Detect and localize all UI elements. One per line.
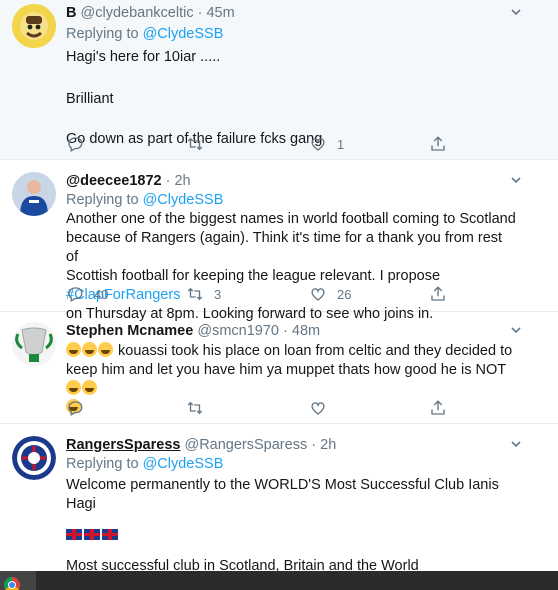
uk-flag-emoji xyxy=(102,529,118,540)
avatar[interactable] xyxy=(12,436,56,480)
handle[interactable]: @smcn1970 xyxy=(197,323,279,339)
retweet-icon xyxy=(187,137,203,151)
display-name[interactable]: Stephen Mcnamee xyxy=(66,323,193,339)
display-name[interactable]: B xyxy=(66,5,76,21)
heart-icon xyxy=(311,402,325,415)
laughing-emoji xyxy=(98,342,113,357)
share-icon xyxy=(431,400,445,415)
chevron-down-icon[interactable] xyxy=(510,324,522,336)
share-button[interactable] xyxy=(429,134,447,154)
timestamp[interactable]: 45m xyxy=(206,5,234,21)
share-icon xyxy=(431,286,445,301)
laughing-emoji xyxy=(66,380,81,395)
retweet-button[interactable] xyxy=(186,134,214,154)
avatar[interactable] xyxy=(12,172,56,216)
tweet-actions: 40 3 26 xyxy=(66,284,466,304)
reply-button[interactable] xyxy=(66,398,84,418)
chevron-down-icon[interactable] xyxy=(510,438,522,450)
tweet[interactable]: Stephen Mcnamee @smcn1970 · 48m kouassi … xyxy=(0,312,558,424)
retweet-button[interactable]: 3 xyxy=(186,284,221,304)
replying-to: Replying to @ClydeSSB xyxy=(66,26,224,42)
replying-to-link[interactable]: @ClydeSSB xyxy=(143,456,224,472)
tweet[interactable]: RangersSparess @RangersSparess · 2h Repl… xyxy=(0,424,558,574)
tweet-actions xyxy=(66,398,466,418)
tweet-header: @deecee1872 · 2h xyxy=(66,172,518,190)
display-name[interactable]: @deecee1872 xyxy=(66,173,162,189)
avatar[interactable] xyxy=(12,4,56,48)
like-button[interactable]: 26 xyxy=(309,284,351,304)
chevron-down-icon[interactable] xyxy=(510,6,522,18)
timestamp[interactable]: 2h xyxy=(320,437,336,453)
separator: · xyxy=(165,173,171,189)
like-button[interactable] xyxy=(309,398,327,418)
chrome-icon[interactable] xyxy=(4,577,20,590)
reply-button[interactable] xyxy=(66,134,94,154)
uk-flag-emoji xyxy=(66,529,82,540)
laughing-emoji xyxy=(82,342,97,357)
handle[interactable]: @clydebankceltic xyxy=(81,5,194,21)
timestamp[interactable]: 48m xyxy=(292,323,320,339)
retweet-button[interactable] xyxy=(186,398,204,418)
flags-line xyxy=(66,526,518,545)
tweet[interactable]: @deecee1872 · 2h Replying to @ClydeSSB A… xyxy=(0,160,558,322)
taskbar-app-slot[interactable] xyxy=(0,571,36,590)
laughing-emoji xyxy=(66,342,81,357)
heart-icon xyxy=(311,288,325,301)
avatar[interactable] xyxy=(12,322,56,366)
share-button[interactable] xyxy=(429,284,447,304)
separator: · xyxy=(283,323,288,339)
heart-icon xyxy=(311,138,325,151)
uk-flag-emoji xyxy=(84,529,100,540)
reply-icon xyxy=(68,137,83,152)
tweet-text: Another one of the biggest names in worl… xyxy=(66,211,516,322)
chevron-down-icon[interactable] xyxy=(510,174,522,186)
replying-to: Replying to @ClydeSSB xyxy=(66,192,224,208)
separator: · xyxy=(311,437,317,453)
retweet-icon xyxy=(187,401,203,415)
separator: · xyxy=(197,5,203,21)
laughing-emoji xyxy=(82,380,97,395)
reply-icon xyxy=(68,287,83,302)
replying-to: Replying to @ClydeSSB xyxy=(66,456,224,472)
timestamp[interactable]: 2h xyxy=(174,173,190,189)
share-icon xyxy=(431,136,445,151)
reply-button[interactable]: 40 xyxy=(66,284,108,304)
share-button[interactable] xyxy=(429,398,447,418)
tweet-header: B @clydebankceltic · 45m xyxy=(66,4,518,22)
tweet-text: Welcome permanently to the WORLD'S Most … xyxy=(66,476,518,576)
display-name[interactable]: RangersSparess xyxy=(66,437,180,453)
like-button[interactable]: 1 xyxy=(309,134,344,154)
tweet[interactable]: B @clydebankceltic · 45m Replying to @Cl… xyxy=(0,0,558,160)
os-taskbar xyxy=(0,571,558,590)
tweet-header: Stephen Mcnamee @smcn1970 · 48m xyxy=(66,322,518,340)
tweet-header: RangersSparess @RangersSparess · 2h xyxy=(66,436,518,454)
reply-icon xyxy=(68,401,83,416)
replying-to-link[interactable]: @ClydeSSB xyxy=(143,192,224,208)
retweet-icon xyxy=(187,287,203,301)
replying-to-link[interactable]: @ClydeSSB xyxy=(143,26,224,42)
tweet-actions: 1 xyxy=(66,134,466,154)
handle[interactable]: @RangersSparess xyxy=(184,437,307,453)
